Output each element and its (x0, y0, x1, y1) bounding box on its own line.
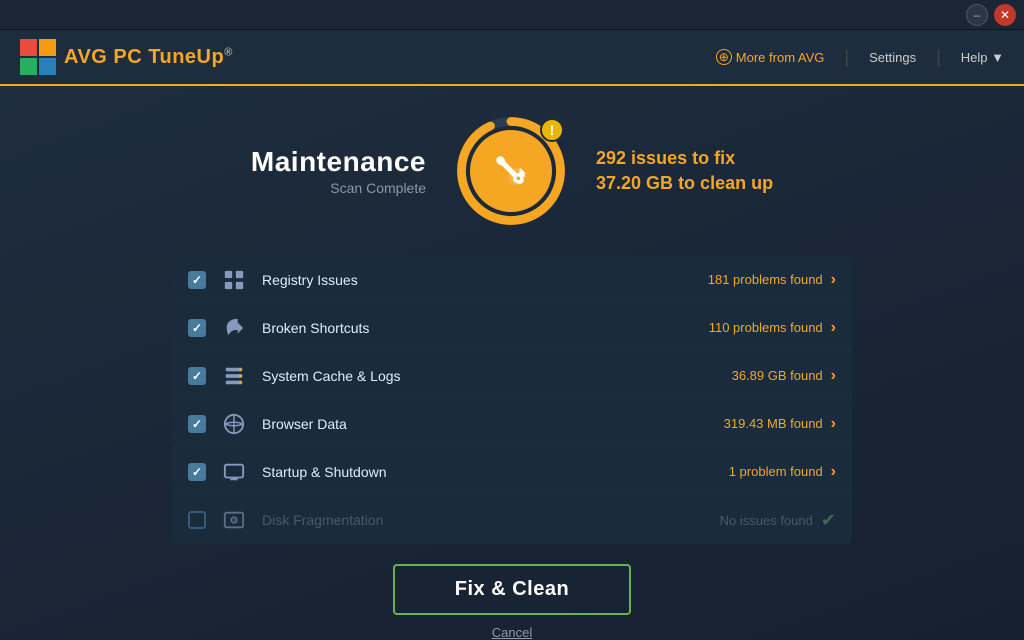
storage-stat: 37.20 GB to clean up (596, 173, 773, 194)
disk-icon (218, 504, 250, 536)
titlebar: – ✕ (0, 0, 1024, 30)
result-row-shortcuts[interactable]: Broken Shortcuts110 problems found › (172, 304, 852, 352)
result-row-startup[interactable]: Startup & Shutdown1 problem found › (172, 448, 852, 496)
checkbox-startup[interactable] (188, 463, 206, 481)
nav-separator-2: | (936, 47, 941, 68)
result-row-disk: Disk FragmentationNo issues found ✔ (172, 496, 852, 544)
window-controls: – ✕ (966, 4, 1016, 26)
plus-icon: ⊕ (716, 49, 732, 65)
registry-icon (218, 264, 250, 296)
row-label-disk: Disk Fragmentation (262, 512, 720, 528)
row-label-cache: System Cache & Logs (262, 368, 732, 384)
checkbox-cache[interactable] (188, 367, 206, 385)
result-row-cache[interactable]: System Cache & Logs36.89 GB found › (172, 352, 852, 400)
chevron-icon-registry: › (831, 271, 836, 289)
maintenance-title: Maintenance (251, 146, 426, 178)
chevron-icon-shortcuts: › (831, 319, 836, 337)
progress-circle: ! (456, 116, 566, 226)
startup-icon (218, 456, 250, 488)
row-result-browser: 319.43 MB found (724, 416, 823, 431)
header-nav: ⊕ More from AVG | Settings | Help ▼ (716, 47, 1004, 68)
result-row-browser[interactable]: Browser Data319.43 MB found › (172, 400, 852, 448)
close-button[interactable]: ✕ (994, 4, 1016, 26)
row-label-shortcuts: Broken Shortcuts (262, 320, 709, 336)
minimize-button[interactable]: – (966, 4, 988, 26)
help-button[interactable]: Help ▼ (961, 50, 1004, 65)
main-content: Maintenance Scan Complete ! (0, 86, 1024, 640)
nav-separator-1: | (844, 47, 849, 68)
alert-badge: ! (540, 118, 564, 142)
row-label-registry: Registry Issues (262, 272, 708, 288)
circle-icon-bg (470, 130, 552, 212)
row-result-startup: 1 problem found (729, 464, 823, 479)
app-logo: AVG PC TuneUp® (20, 39, 233, 75)
more-from-avg-button[interactable]: ⊕ More from AVG (716, 49, 825, 65)
row-result-cache: 36.89 GB found (732, 368, 823, 383)
hero-stats: 292 issues to fix 37.20 GB to clean up (596, 148, 773, 194)
settings-button[interactable]: Settings (869, 50, 916, 65)
done-icon-disk: ✔ (821, 510, 836, 531)
app-title: AVG PC TuneUp® (64, 46, 233, 69)
checkbox-shortcuts[interactable] (188, 319, 206, 337)
avg-logo-icon (20, 39, 56, 75)
row-label-startup: Startup & Shutdown (262, 464, 729, 480)
row-label-browser: Browser Data (262, 416, 724, 432)
hero-section: Maintenance Scan Complete ! (251, 116, 773, 226)
row-result-disk: No issues found (720, 513, 813, 528)
chevron-icon-cache: › (831, 367, 836, 385)
cancel-button[interactable]: Cancel (492, 625, 532, 640)
chevron-icon-startup: › (831, 463, 836, 481)
header: AVG PC TuneUp® ⊕ More from AVG | Setting… (0, 30, 1024, 86)
fix-clean-button[interactable]: Fix & Clean (393, 564, 631, 615)
results-list: Registry Issues181 problems found›Broken… (172, 256, 852, 544)
row-result-registry: 181 problems found (708, 272, 823, 287)
checkbox-disk[interactable] (188, 511, 206, 529)
shortcuts-icon (218, 312, 250, 344)
chevron-icon-browser: › (831, 415, 836, 433)
checkbox-browser[interactable] (188, 415, 206, 433)
cache-icon (218, 360, 250, 392)
scan-status: Scan Complete (251, 180, 426, 196)
issues-stat: 292 issues to fix (596, 148, 773, 169)
row-result-shortcuts: 110 problems found (709, 320, 823, 335)
hero-text: Maintenance Scan Complete (251, 146, 426, 196)
browser-icon (218, 408, 250, 440)
result-row-registry[interactable]: Registry Issues181 problems found › (172, 256, 852, 304)
wrench-gear-icon (489, 149, 533, 193)
checkbox-registry[interactable] (188, 271, 206, 289)
